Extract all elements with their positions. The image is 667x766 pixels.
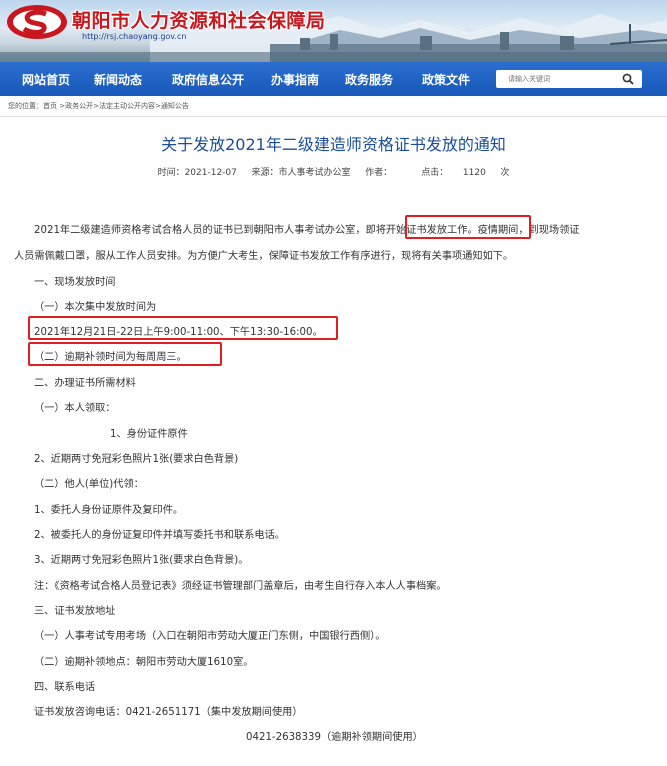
breadcrumb: 您的位置：首页 >政务公开>法定主动公开内容>通知公告 <box>0 96 667 117</box>
nav-home[interactable]: 网站首页 <box>22 71 70 88</box>
nav-news[interactable]: 新闻动态 <box>94 71 142 88</box>
highlight-box-issue-time <box>28 316 338 340</box>
material-photo: 2、近期两寸免冠彩色照片1张(要求白色背景) <box>34 454 239 465</box>
time-label: 时间： <box>157 168 185 178</box>
search-icon[interactable] <box>622 73 634 85</box>
clicks-unit: 次 <box>500 168 510 178</box>
intro-text-a: 2021年二级建造师资格考试合格人员的证书已到朝阳市人事考试办公室， <box>34 225 366 236</box>
source-label: 来源： <box>251 168 279 178</box>
highlight-box-late-pickup <box>28 342 222 366</box>
phone-line-2: 0421-2638339（逾期补领期间使用） <box>246 732 423 743</box>
article-meta: 时间：2021-12-07 来源：市人事考试办公室 作者： 点击： 1120 次 <box>0 165 667 178</box>
main-nav: 网站首页 新闻动态 政府信息公开 办事指南 政务服务 政策文件 <box>0 62 667 96</box>
source: 市人事考试办公室 <box>278 168 351 178</box>
article-title: 关于发放2021年二级建造师资格证书发放的通知 <box>161 135 506 154</box>
site-title: 朝阳市人力资源和社会保障局 <box>72 10 326 32</box>
paragraph-intro-line2: 人员需佩戴口罩，服从工作人员安排。为方便广大考生，保障证书发放工作有序进行，现将… <box>14 251 514 262</box>
section-2-heading: 二、办理证书所需材料 <box>34 378 136 389</box>
proxy-material-3: 3、近期两寸免冠彩色照片1张(要求白色背景)。 <box>34 555 249 566</box>
phone-line-1: 证书发放咨询电话：0421-2651171（集中发放期间使用） <box>34 707 303 718</box>
article-body: 2021年二级建造师资格考试合格人员的证书已到朝阳市人事考试办公室，即将开始证书… <box>0 178 667 743</box>
highlight-box-start-issuing <box>405 215 531 239</box>
nav-policy[interactable]: 政策文件 <box>422 71 470 88</box>
site-url[interactable]: http://rsj.chaoyang.gov.cn <box>82 32 186 41</box>
search-input[interactable] <box>506 74 630 84</box>
emblem-logo-icon <box>7 5 67 39</box>
nav-gov-info[interactable]: 政府信息公开 <box>172 71 244 88</box>
search-box <box>496 70 642 88</box>
click-count: 1120 <box>462 168 486 178</box>
section-1-item-1: （一）本次集中发放时间为 <box>34 302 157 313</box>
material-id-original: 1、身份证件原件 <box>110 429 188 440</box>
section-2-item-1: （一）本人领取： <box>34 403 116 414</box>
note-text: 注：《资格考试合格人员登记表》须经证书管理部门盖章后，由考生自行存入本人人事档案… <box>34 581 447 592</box>
clicks-label: 点击： <box>421 168 449 178</box>
proxy-material-2: 2、被委托人的身份证复印件并填写委托书和联系电话。 <box>34 530 285 541</box>
section-4-heading: 四、联系电话 <box>34 682 96 693</box>
address-exam-room: （一）人事考试专用考场（入口在朝阳市劳动大厦正门东侧，中国银行西侧）。 <box>34 631 386 642</box>
nav-guide[interactable]: 办事指南 <box>271 71 319 88</box>
publish-time: 2021-12-07 <box>184 168 237 178</box>
header-banner: 朝阳市人力资源和社会保障局 http://rsj.chaoyang.gov.cn <box>0 0 667 62</box>
section-2-item-2: （二）他人(单位)代领： <box>34 479 144 490</box>
nav-services[interactable]: 政务服务 <box>345 71 393 88</box>
section-3-heading: 三、证书发放地址 <box>34 606 116 617</box>
author-label: 作者： <box>365 168 393 178</box>
proxy-material-1: 1、委托人身份证原件及复印件。 <box>34 505 184 516</box>
address-late-pickup: （二）逾期补领地点：朝阳市劳动大厦1610室。 <box>34 657 254 668</box>
section-1-heading: 一、现场发放时间 <box>34 277 116 288</box>
